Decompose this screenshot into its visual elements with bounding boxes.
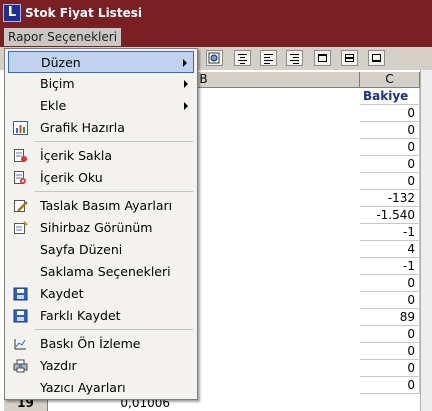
column-c-cell[interactable]: 0 bbox=[360, 105, 420, 122]
save-icon bbox=[13, 287, 28, 301]
menu-item-label: Farklı Kaydet bbox=[40, 308, 121, 323]
column-c-cell[interactable]: 89 bbox=[360, 309, 420, 326]
toolbar bbox=[196, 47, 432, 71]
align-right-button[interactable] bbox=[286, 50, 303, 66]
menu-item-label: Baskı Ön İzleme bbox=[40, 336, 141, 351]
submenu-arrow-icon bbox=[184, 80, 188, 88]
menu-item-label: Sayfa Düzeni bbox=[40, 242, 123, 257]
menu-item-label: Kaydet bbox=[40, 286, 84, 301]
column-c-cell[interactable]: 0 bbox=[360, 343, 420, 360]
menu-item-label: Biçim bbox=[40, 76, 75, 91]
align-left-button[interactable] bbox=[260, 50, 277, 66]
print-icon bbox=[13, 359, 28, 373]
column-c-cell[interactable]: -132 bbox=[360, 190, 420, 207]
menu-item-yazici-ayarlari[interactable]: Yazıcı Ayarları bbox=[8, 377, 194, 399]
wizard-icon bbox=[14, 221, 28, 234]
menu-item-kaydet[interactable]: Kaydet bbox=[8, 283, 194, 305]
draft-settings-icon bbox=[14, 200, 28, 212]
menu-item-label: Grafik Hazırla bbox=[40, 120, 125, 135]
menu-item-saklama-secenekleri[interactable]: Saklama Seçenekleri bbox=[8, 261, 194, 283]
vertical-scrollbar[interactable] bbox=[420, 70, 432, 411]
print-preview-icon bbox=[14, 339, 26, 350]
menu-item-bicim[interactable]: Biçim bbox=[8, 73, 194, 95]
submenu-arrow-icon bbox=[183, 59, 187, 67]
title-bar: L Stok Fiyat Listesi bbox=[0, 0, 432, 27]
frame-bottom-button[interactable] bbox=[368, 50, 385, 66]
menu-item-baski-on-izleme[interactable]: Baskı Ön İzleme bbox=[8, 333, 194, 355]
menu-item-label: İçerik Sakla bbox=[40, 148, 113, 163]
menu-item-grafik-hazirla[interactable]: Grafik Hazırla bbox=[8, 117, 194, 139]
menu-item-label: Düzen bbox=[41, 55, 81, 70]
column-c-cell[interactable]: -1.540 bbox=[360, 207, 420, 224]
menu-separator bbox=[35, 141, 193, 142]
menu-item-label: Yazıcı Ayarları bbox=[40, 380, 126, 395]
print-preview-toolbar-button[interactable] bbox=[206, 50, 223, 66]
menu-bar: Rapor Seçenekleri bbox=[0, 27, 432, 47]
menu-item-duzen[interactable]: Düzen bbox=[8, 51, 194, 73]
hide-content-icon bbox=[14, 149, 27, 162]
frame-top-button[interactable] bbox=[314, 50, 331, 66]
menu-item-ekle[interactable]: Ekle bbox=[8, 95, 194, 117]
menu-item-icerik-sakla[interactable]: İçerik Sakla bbox=[8, 145, 194, 167]
menu-item-label: Saklama Seçenekleri bbox=[40, 264, 171, 279]
menu-separator bbox=[35, 191, 193, 192]
print-preview-icon bbox=[208, 52, 220, 64]
menu-item-sayfa-duzeni[interactable]: Sayfa Düzeni bbox=[8, 239, 194, 261]
column-c-cell[interactable]: -1 bbox=[360, 258, 420, 275]
menu-item-icerik-oku[interactable]: İçerik Oku bbox=[8, 167, 194, 189]
save-as-icon bbox=[13, 309, 28, 323]
column-c-cell[interactable]: 0 bbox=[360, 156, 420, 173]
column-c-cell[interactable]: 0 bbox=[360, 275, 420, 292]
column-c-cell[interactable]: 0 bbox=[360, 292, 420, 309]
window-title: Stok Fiyat Listesi bbox=[25, 6, 142, 20]
column-c-cell[interactable]: 0 bbox=[360, 360, 420, 377]
submenu-arrow-icon bbox=[184, 102, 188, 110]
menu-rapor-secenekleri[interactable]: Rapor Seçenekleri bbox=[4, 28, 122, 46]
frame-middle-button[interactable] bbox=[341, 50, 358, 66]
column-c-cell[interactable]: 4 bbox=[360, 241, 420, 258]
menu-separator bbox=[35, 329, 193, 330]
column-c-cell[interactable]: 0 bbox=[360, 139, 420, 156]
chart-icon bbox=[13, 121, 28, 135]
menu-item-farkli-kaydet[interactable]: Farklı Kaydet bbox=[8, 305, 194, 327]
menu-item-label: Yazdır bbox=[40, 358, 77, 373]
menu-item-yazdir[interactable]: Yazdır bbox=[8, 355, 194, 377]
menu-item-label: Ekle bbox=[40, 98, 67, 113]
column-c-cell[interactable]: 0 bbox=[360, 122, 420, 139]
menu-item-taslak-basim-ayarlari[interactable]: Taslak Basım Ayarları bbox=[8, 195, 194, 217]
menu-item-sihirbaz-gorunum[interactable]: Sihirbaz Görünüm bbox=[8, 217, 194, 239]
column-c-cell[interactable]: 0 bbox=[360, 326, 420, 343]
menu-item-label: Sihirbaz Görünüm bbox=[40, 220, 153, 235]
align-center-button[interactable] bbox=[234, 50, 251, 66]
rapor-secenekleri-dropdown: Düzen Biçim Ekle Grafik Hazırla İçerik S… bbox=[4, 48, 198, 400]
app-logo-icon: L bbox=[3, 4, 21, 22]
column-c-cell[interactable]: 0 bbox=[360, 173, 420, 190]
column-c-cell[interactable]: -1 bbox=[360, 224, 420, 241]
column-header-c[interactable]: C bbox=[360, 72, 420, 88]
menu-item-label: Taslak Basım Ayarları bbox=[40, 198, 173, 213]
menu-item-label: İçerik Oku bbox=[40, 170, 103, 185]
read-content-icon bbox=[14, 171, 26, 184]
column-c-title-cell[interactable]: Bakiye bbox=[360, 88, 420, 105]
column-c-cell[interactable]: 0 bbox=[360, 377, 420, 394]
